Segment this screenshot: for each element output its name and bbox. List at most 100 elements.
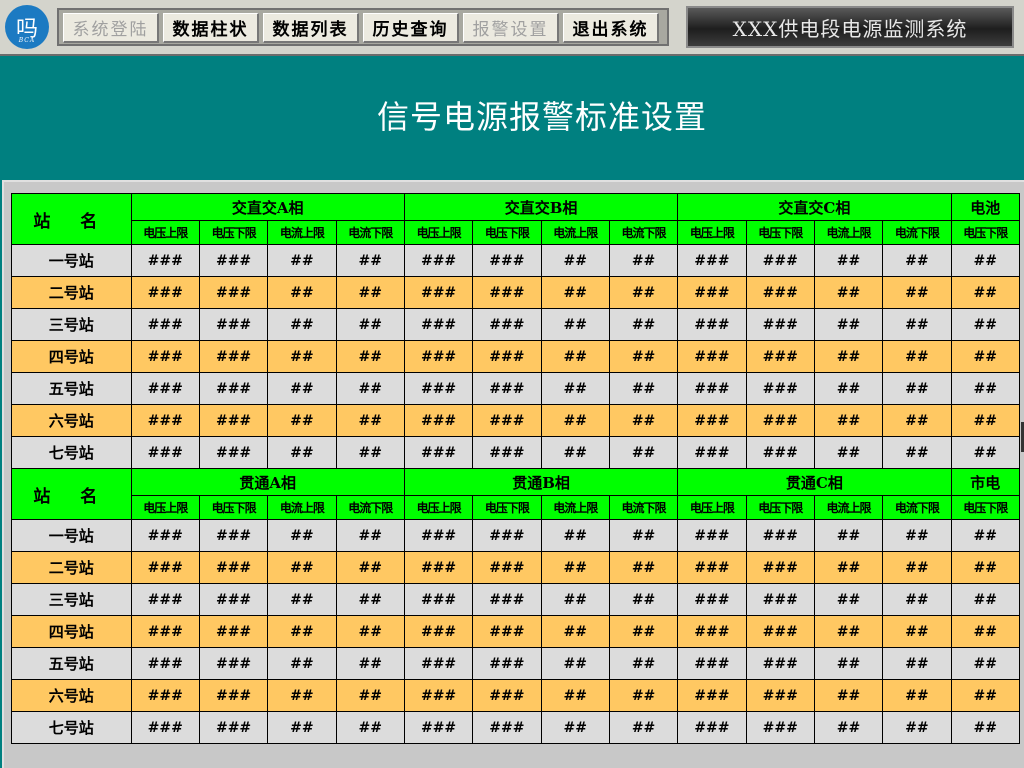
threshold-value-cell[interactable]: ### xyxy=(403,711,474,744)
threshold-value-cell[interactable]: ### xyxy=(677,340,747,373)
threshold-value-cell[interactable]: ## xyxy=(335,404,405,437)
threshold-value-cell[interactable]: ## xyxy=(950,244,1021,277)
threshold-value-cell[interactable]: ## xyxy=(608,647,679,680)
threshold-value-cell[interactable]: ### xyxy=(198,308,269,341)
threshold-value-cell[interactable]: ### xyxy=(677,372,747,405)
threshold-value-cell[interactable]: ## xyxy=(950,647,1021,680)
threshold-value-cell[interactable]: ### xyxy=(677,519,747,552)
threshold-value-cell[interactable]: ### xyxy=(403,519,474,552)
threshold-value-cell[interactable]: ### xyxy=(677,404,747,437)
threshold-value-cell[interactable]: ### xyxy=(472,436,542,469)
threshold-value-cell[interactable]: ### xyxy=(472,551,542,584)
threshold-value-cell[interactable]: ### xyxy=(403,276,474,309)
threshold-value-cell[interactable]: ### xyxy=(745,244,815,277)
threshold-value-cell[interactable]: ### xyxy=(745,436,815,469)
threshold-value-cell[interactable]: ### xyxy=(677,711,747,744)
threshold-value-cell[interactable]: ### xyxy=(198,551,269,584)
threshold-value-cell[interactable]: ### xyxy=(198,372,269,405)
threshold-value-cell[interactable]: ### xyxy=(677,679,747,712)
threshold-value-cell[interactable]: ### xyxy=(130,340,200,373)
threshold-value-cell[interactable]: ### xyxy=(745,551,815,584)
threshold-value-cell[interactable]: ### xyxy=(472,340,542,373)
threshold-value-cell[interactable]: ### xyxy=(198,340,269,373)
threshold-value-cell[interactable]: ### xyxy=(403,404,474,437)
threshold-value-cell[interactable]: ### xyxy=(130,404,200,437)
threshold-value-cell[interactable]: ## xyxy=(882,340,952,373)
threshold-value-cell[interactable]: ## xyxy=(267,551,337,584)
threshold-value-cell[interactable]: ## xyxy=(950,711,1021,744)
threshold-value-cell[interactable]: ## xyxy=(950,340,1021,373)
threshold-value-cell[interactable]: ## xyxy=(267,519,337,552)
threshold-value-cell[interactable]: ## xyxy=(950,519,1021,552)
threshold-value-cell[interactable]: ## xyxy=(882,372,952,405)
threshold-value-cell[interactable]: ## xyxy=(267,372,337,405)
threshold-value-cell[interactable]: ### xyxy=(130,519,200,552)
threshold-value-cell[interactable]: ## xyxy=(882,519,952,552)
threshold-value-cell[interactable]: ### xyxy=(198,583,269,616)
threshold-value-cell[interactable]: ## xyxy=(335,372,405,405)
threshold-value-cell[interactable]: ## xyxy=(267,340,337,373)
threshold-value-cell[interactable]: ### xyxy=(472,711,542,744)
threshold-value-cell[interactable]: ### xyxy=(130,551,200,584)
threshold-value-cell[interactable]: ## xyxy=(335,436,405,469)
threshold-value-cell[interactable]: ### xyxy=(677,583,747,616)
threshold-value-cell[interactable]: ### xyxy=(403,244,474,277)
threshold-value-cell[interactable]: ## xyxy=(813,340,884,373)
threshold-value-cell[interactable]: ## xyxy=(608,308,679,341)
threshold-value-cell[interactable]: ## xyxy=(813,711,884,744)
threshold-value-cell[interactable]: ### xyxy=(472,615,542,648)
threshold-value-cell[interactable]: ## xyxy=(608,711,679,744)
threshold-value-cell[interactable]: ### xyxy=(745,404,815,437)
threshold-value-cell[interactable]: ## xyxy=(608,436,679,469)
threshold-value-cell[interactable]: ### xyxy=(677,615,747,648)
threshold-value-cell[interactable]: ### xyxy=(130,244,200,277)
threshold-value-cell[interactable]: ### xyxy=(403,679,474,712)
threshold-value-cell[interactable]: ## xyxy=(540,551,610,584)
threshold-value-cell[interactable]: ## xyxy=(950,276,1021,309)
threshold-value-cell[interactable]: ## xyxy=(540,340,610,373)
threshold-value-cell[interactable]: ## xyxy=(540,404,610,437)
threshold-value-cell[interactable]: ## xyxy=(950,551,1021,584)
threshold-value-cell[interactable]: ### xyxy=(745,308,815,341)
threshold-value-cell[interactable]: ### xyxy=(677,436,747,469)
threshold-value-cell[interactable]: ### xyxy=(130,583,200,616)
threshold-value-cell[interactable]: ### xyxy=(745,615,815,648)
threshold-value-cell[interactable]: ### xyxy=(472,679,542,712)
threshold-value-cell[interactable]: ## xyxy=(335,679,405,712)
threshold-value-cell[interactable]: ## xyxy=(335,583,405,616)
threshold-value-cell[interactable]: ### xyxy=(198,679,269,712)
threshold-value-cell[interactable]: ## xyxy=(813,404,884,437)
threshold-value-cell[interactable]: ## xyxy=(267,404,337,437)
threshold-value-cell[interactable]: ### xyxy=(472,372,542,405)
threshold-value-cell[interactable]: ## xyxy=(813,276,884,309)
threshold-value-cell[interactable]: ### xyxy=(677,276,747,309)
threshold-value-cell[interactable]: ## xyxy=(882,404,952,437)
menu-bar-chart-button[interactable]: 数据柱状 xyxy=(163,13,259,43)
threshold-value-cell[interactable]: ## xyxy=(335,711,405,744)
threshold-value-cell[interactable]: ### xyxy=(130,647,200,680)
threshold-value-cell[interactable]: ## xyxy=(267,615,337,648)
threshold-value-cell[interactable]: ## xyxy=(882,276,952,309)
threshold-value-cell[interactable]: ### xyxy=(198,519,269,552)
threshold-value-cell[interactable]: ### xyxy=(403,436,474,469)
threshold-value-cell[interactable]: ## xyxy=(540,583,610,616)
threshold-value-cell[interactable]: ## xyxy=(882,711,952,744)
threshold-value-cell[interactable]: ### xyxy=(198,647,269,680)
threshold-value-cell[interactable]: ## xyxy=(950,583,1021,616)
threshold-value-cell[interactable]: ### xyxy=(745,679,815,712)
threshold-value-cell[interactable]: ### xyxy=(198,711,269,744)
threshold-value-cell[interactable]: ## xyxy=(267,679,337,712)
threshold-value-cell[interactable]: ## xyxy=(608,276,679,309)
threshold-value-cell[interactable]: ## xyxy=(608,551,679,584)
threshold-value-cell[interactable]: ## xyxy=(540,436,610,469)
threshold-value-cell[interactable]: ## xyxy=(608,372,679,405)
threshold-value-cell[interactable]: ### xyxy=(472,647,542,680)
threshold-value-cell[interactable]: ## xyxy=(950,679,1021,712)
threshold-value-cell[interactable]: ## xyxy=(267,436,337,469)
menu-history-button[interactable]: 历史查询 xyxy=(363,13,459,43)
threshold-value-cell[interactable]: ## xyxy=(882,647,952,680)
threshold-value-cell[interactable]: ## xyxy=(267,583,337,616)
threshold-value-cell[interactable]: ### xyxy=(198,276,269,309)
threshold-value-cell[interactable]: ## xyxy=(813,519,884,552)
threshold-value-cell[interactable]: ## xyxy=(267,647,337,680)
